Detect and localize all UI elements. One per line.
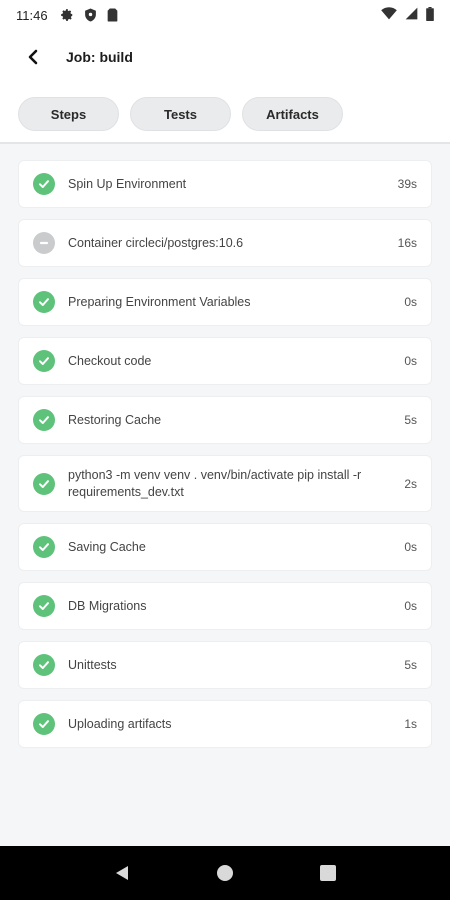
success-check-icon (33, 595, 55, 617)
step-duration: 5s (404, 413, 417, 427)
step-duration: 0s (404, 599, 417, 613)
step-duration: 1s (404, 717, 417, 731)
back-arrow-icon (28, 49, 38, 65)
sim-card-icon (107, 8, 118, 22)
top-area: 11:46 Job: build Steps Tests Artifacts (0, 0, 450, 144)
success-check-icon (33, 291, 55, 313)
signal-icon (405, 7, 418, 23)
step-item[interactable]: Preparing Environment Variables 0s (18, 278, 432, 326)
step-label: Checkout code (68, 353, 152, 368)
back-button[interactable] (18, 42, 48, 72)
step-duration: 5s (404, 658, 417, 672)
success-check-icon (33, 536, 55, 558)
step-label: Uploading artifacts (68, 716, 172, 731)
minus-icon (33, 232, 55, 254)
settings-icon (60, 8, 74, 22)
success-check-icon (33, 350, 55, 372)
step-duration: 0s (404, 295, 417, 309)
step-label: DB Migrations (68, 598, 147, 613)
nav-recents-icon (320, 865, 337, 881)
step-item[interactable]: Saving Cache 0s (18, 523, 432, 571)
step-duration: 39s (397, 177, 417, 191)
success-check-icon (33, 409, 55, 431)
step-item[interactable]: Uploading artifacts 1s (18, 700, 432, 748)
tab-bar: Steps Tests Artifacts (18, 97, 343, 131)
app-header: Job: build (0, 36, 450, 78)
step-label: Preparing Environment Variables (68, 294, 251, 309)
step-label: Spin Up Environment (68, 176, 187, 191)
step-item[interactable]: Container circleci/postgres:10.6 16s (18, 219, 432, 267)
step-label: python3 -m venv venv . venv/bin/activate… (68, 467, 362, 499)
nav-back-icon (115, 866, 128, 880)
tab-steps[interactable]: Steps (18, 97, 119, 131)
nav-recents-button[interactable] (308, 853, 348, 893)
success-check-icon (33, 173, 55, 195)
step-item[interactable]: Spin Up Environment 39s (18, 160, 432, 208)
shield-icon (84, 8, 97, 22)
system-nav-bar (0, 846, 450, 900)
wifi-icon (381, 7, 397, 23)
nav-back-button[interactable] (102, 853, 142, 893)
step-label: Saving Cache (68, 539, 146, 554)
nav-home-button[interactable] (205, 853, 245, 893)
step-label: Container circleci/postgres:10.6 (68, 235, 244, 250)
step-item[interactable]: DB Migrations 0s (18, 582, 432, 630)
step-item[interactable]: Checkout code 0s (18, 337, 432, 385)
page-title: Job: build (66, 49, 133, 65)
step-duration: 0s (404, 540, 417, 554)
step-item[interactable]: Restoring Cache 5s (18, 396, 432, 444)
status-bar: 11:46 (0, 0, 450, 30)
tab-artifacts[interactable]: Artifacts (242, 97, 343, 131)
success-check-icon (33, 654, 55, 676)
step-item[interactable]: Unittests 5s (18, 641, 432, 689)
nav-home-icon (216, 865, 233, 881)
success-check-icon (33, 713, 55, 735)
step-label: Restoring Cache (68, 412, 162, 427)
step-duration: 16s (397, 236, 417, 250)
success-check-icon (33, 472, 55, 495)
step-duration: 0s (404, 354, 417, 368)
step-item[interactable]: python3 -m venv venv . venv/bin/activate… (18, 455, 432, 512)
tab-tests[interactable]: Tests (130, 97, 231, 131)
steps-list: Spin Up Environment 39s Container circle… (18, 160, 432, 759)
step-duration: 2s (404, 476, 417, 491)
battery-icon (426, 6, 434, 24)
status-time: 11:46 (16, 7, 48, 23)
step-label: Unittests (68, 657, 117, 672)
